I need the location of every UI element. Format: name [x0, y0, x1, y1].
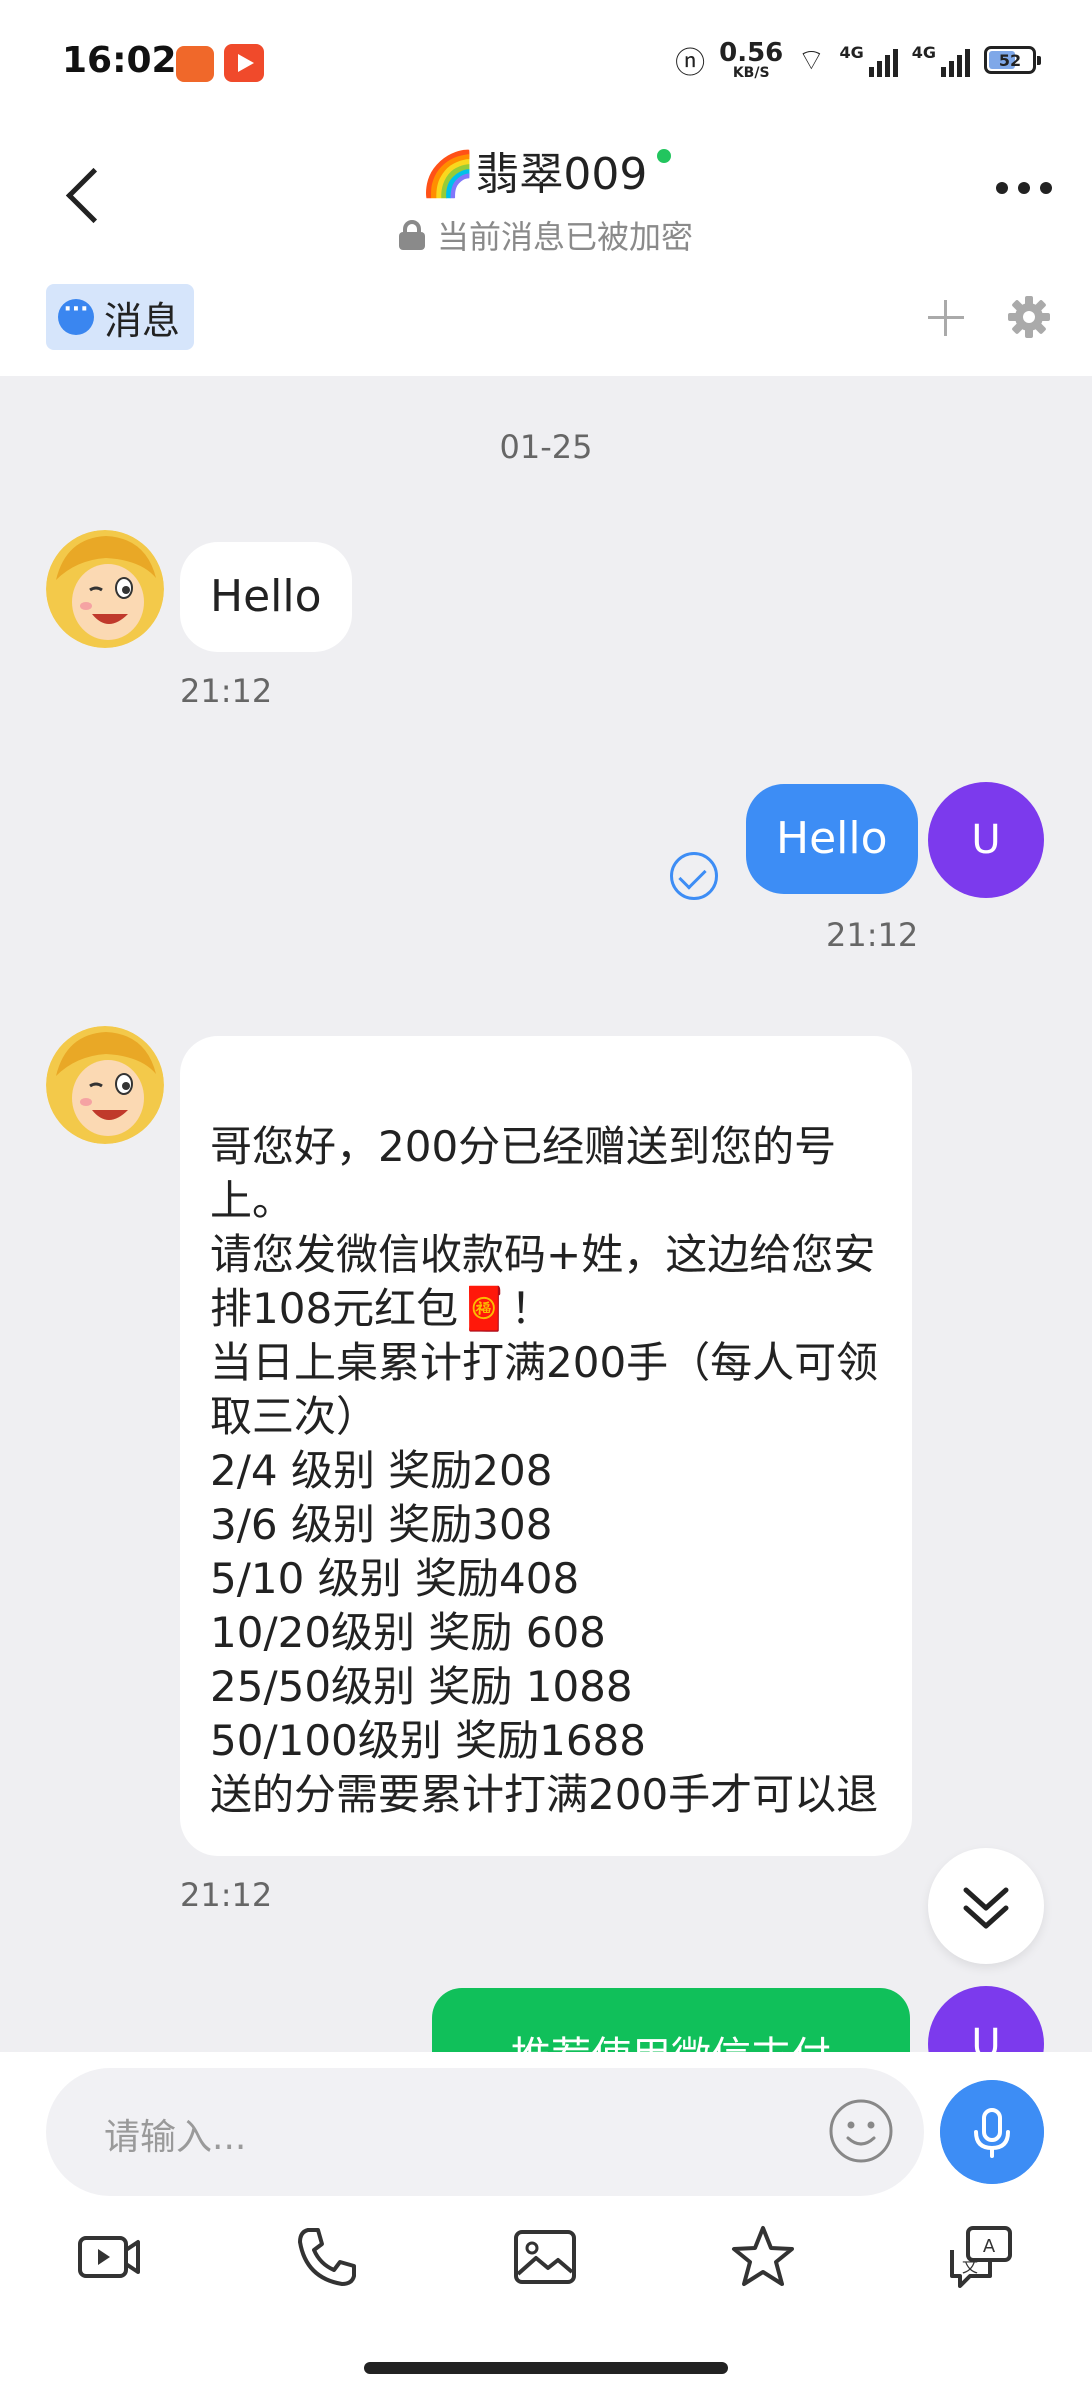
incoming-message-bubble[interactable]: 哥您好，200分已经赠送到您的号上。 请您发微信收款码+姓，这边给您安排108元… — [180, 1036, 912, 1856]
contact-name: 🌈翡翠009 — [420, 149, 648, 200]
home-indicator[interactable] — [364, 2362, 728, 2374]
chat-bubble-icon — [58, 297, 94, 335]
chat-title[interactable]: 🌈翡翠009 — [421, 138, 672, 202]
signal-2-label: 4G — [911, 43, 936, 62]
network-speed-value: 0.56 — [719, 38, 784, 68]
svg-text:A: A — [983, 2236, 996, 2257]
user-avatar-initial: U — [971, 2021, 1001, 2052]
nfc-icon: ⓝ — [675, 46, 706, 81]
signal-1-icon: 4G — [839, 43, 898, 77]
tab-messages[interactable]: 消息 — [46, 284, 195, 350]
network-speed: 0.56 KB/S — [719, 40, 783, 80]
video-app-notification-icon — [224, 44, 264, 82]
battery-icon: 52 — [984, 46, 1041, 74]
wifi-icon: ⌔ — [797, 43, 826, 78]
read-receipt-check-icon — [670, 852, 718, 900]
user-avatar-initial: U — [971, 817, 1001, 863]
network-speed-unit: KB/S — [732, 65, 770, 81]
more-dot-icon — [996, 182, 1008, 194]
chat-title-block: 🌈翡翠009 当前消息已被加密 — [0, 138, 1092, 258]
add-tab-button[interactable] — [926, 298, 966, 338]
translate-chat-icon[interactable]: A 文 — [946, 2222, 1016, 2292]
message-timestamp: 21:12 — [180, 672, 273, 710]
encryption-status: 当前消息已被加密 — [398, 212, 693, 258]
phone-icon[interactable] — [292, 2222, 362, 2292]
voice-input-button[interactable] — [940, 2080, 1044, 2184]
wechat-pay-bubble[interactable]: 推荐使用微信支付 — [432, 1988, 910, 2052]
status-indicators: ⓝ 0.56 KB/S ⌔ 4G 4G 52 — [675, 38, 1041, 82]
message-text: Hello — [210, 571, 322, 622]
more-dot-icon — [1018, 182, 1030, 194]
user-avatar[interactable]: U — [928, 782, 1044, 898]
emoji-button[interactable] — [828, 2098, 894, 2164]
chat-header: 🌈翡翠009 当前消息已被加密 — [0, 120, 1092, 280]
message-input[interactable]: 请输入... — [46, 2068, 924, 2196]
user-avatar[interactable]: U — [928, 1986, 1044, 2052]
more-options-button[interactable] — [996, 182, 1052, 194]
message-text: 推荐使用微信支付 — [511, 2034, 831, 2052]
outgoing-message-bubble[interactable]: Hello — [746, 784, 918, 894]
composer: 请输入... A 文 — [0, 2052, 1092, 2400]
settings-gear-icon[interactable] — [1006, 294, 1052, 340]
svg-text:文: 文 — [962, 2257, 978, 2276]
incoming-message-bubble[interactable]: Hello — [180, 542, 352, 652]
chat-messages-area[interactable]: 01-25 Hello 21:12 Hello U 21:12 哥您好，200分… — [0, 376, 1092, 2052]
signal-1-label: 4G — [839, 43, 864, 62]
message-input-placeholder: 请输入... — [104, 2117, 247, 2158]
message-text: 哥您好，200分已经赠送到您的号上。 请您发微信收款码+姓，这边给您安排108元… — [210, 1122, 879, 1819]
message-text: Hello — [776, 813, 888, 864]
encryption-text: 当前消息已被加密 — [436, 218, 693, 256]
app-notification-icon — [176, 46, 214, 82]
signal-2-icon: 4G — [912, 43, 970, 77]
online-status-dot — [657, 149, 672, 163]
date-separator: 01-25 — [499, 428, 593, 466]
contact-avatar[interactable] — [46, 1026, 164, 1144]
message-timestamp: 21:12 — [180, 1876, 273, 1914]
status-time: 16:02 — [62, 40, 177, 81]
star-icon[interactable] — [728, 2222, 798, 2292]
image-icon[interactable] — [510, 2222, 580, 2292]
more-dot-icon — [1040, 182, 1052, 194]
video-icon[interactable] — [74, 2222, 144, 2292]
battery-level: 52 — [998, 50, 1022, 70]
tab-row: 消息 — [0, 280, 1092, 376]
message-timestamp: 21:12 — [826, 916, 919, 954]
contact-avatar[interactable] — [46, 530, 164, 648]
scroll-to-bottom-button[interactable] — [928, 1848, 1044, 1964]
tab-messages-label: 消息 — [104, 298, 181, 343]
lock-icon — [398, 220, 425, 250]
composer-toolbar: A 文 — [0, 2222, 1092, 2332]
status-bar: 16:02 ⓝ 0.56 KB/S ⌔ 4G 4G 52 — [0, 0, 1092, 120]
